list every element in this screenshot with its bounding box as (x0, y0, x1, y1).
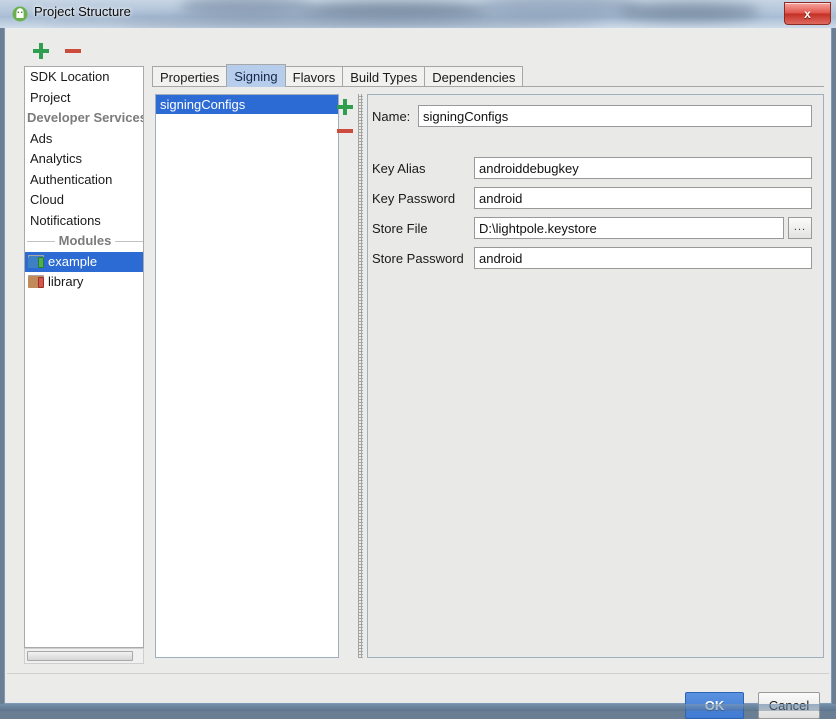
group-divider-right (115, 240, 143, 242)
window-frame: SDK Location Project Developer Services Ads… (4, 28, 832, 719)
android-studio-icon (12, 6, 28, 22)
list-item[interactable]: signingConfigs (156, 95, 338, 114)
project-structure-window: Project Structure x SDK Location Project D… (0, 0, 836, 719)
tab-build-types[interactable]: Build Types (342, 66, 426, 87)
sidebar-group-label: Modules (58, 233, 112, 248)
module-app-icon (28, 254, 44, 269)
tab-signing[interactable]: Signing (226, 64, 286, 87)
sidebar-item-analytics[interactable]: Analytics (25, 149, 143, 170)
signing-config-detail-pane: Name: Key Alias Key Password Store File … (367, 94, 824, 658)
sidebar-horizontal-scrollbar[interactable] (24, 648, 144, 664)
close-icon: x (804, 6, 811, 21)
sidebar-item-authentication[interactable]: Authentication (25, 170, 143, 191)
sidebar-item-label: library (48, 274, 84, 289)
name-label: Name: (372, 109, 411, 124)
tab-dependencies[interactable]: Dependencies (424, 66, 524, 87)
remove-signing-config-button[interactable] (334, 120, 356, 142)
module-library-icon (28, 275, 44, 289)
store-file-browse-button[interactable]: ... (788, 217, 812, 239)
signing-configs-toolbar (334, 96, 356, 146)
sidebar-item-notifications[interactable]: Notifications (25, 211, 143, 232)
sidebar-group-label: Developer Services (27, 110, 144, 125)
splitter-grip (358, 94, 363, 658)
close-button[interactable]: x (784, 2, 831, 25)
store-file-input[interactable] (474, 217, 784, 239)
group-divider-left (27, 240, 55, 242)
sidebar-item-cloud[interactable]: Cloud (25, 190, 143, 211)
field-row-key-alias: Key Alias (368, 157, 823, 181)
tab-flavors[interactable]: Flavors (284, 66, 344, 87)
add-signing-config-button[interactable] (334, 96, 356, 118)
store-password-input[interactable] (474, 247, 812, 269)
aero-glass-blur (120, 19, 600, 28)
aero-glass-blur (620, 3, 760, 21)
key-password-input[interactable] (474, 187, 812, 209)
scrollbar-thumb[interactable] (27, 651, 133, 661)
name-input[interactable] (418, 105, 812, 127)
sidebar-toolbar (24, 40, 144, 64)
aero-glass-blur (480, 0, 640, 20)
field-row-name: Name: (368, 105, 823, 129)
field-row-store-file: Store File ... (368, 217, 823, 241)
store-password-label: Store Password (372, 251, 464, 266)
window-title: Project Structure (34, 4, 131, 19)
field-row-store-password: Store Password (368, 247, 823, 271)
sidebar-item-example[interactable]: example (25, 251, 143, 272)
sidebar-item-library[interactable]: library (25, 272, 143, 293)
pane-splitter[interactable] (356, 94, 365, 658)
key-alias-label: Key Alias (372, 161, 426, 176)
sidebar-item-project[interactable]: Project (25, 88, 143, 109)
window-titlebar[interactable]: Project Structure x (0, 0, 836, 28)
field-row-key-password: Key Password (368, 187, 823, 211)
add-module-button[interactable] (30, 40, 52, 62)
sidebar-item-ads[interactable]: Ads (25, 129, 143, 150)
tab-properties[interactable]: Properties (152, 66, 228, 87)
sidebar-item-sdk-location[interactable]: SDK Location (25, 67, 143, 88)
remove-module-button[interactable] (62, 40, 84, 62)
key-alias-input[interactable] (474, 157, 812, 179)
signing-configs-list[interactable]: signingConfigs (155, 94, 339, 658)
footer-separator (7, 673, 829, 674)
sidebar-item-label: example (48, 253, 98, 269)
window-drop-shadow (0, 704, 836, 711)
store-file-label: Store File (372, 221, 428, 236)
tab-bar[interactable]: Properties Signing Flavors Build Types Depen… (152, 64, 524, 87)
sidebar-list[interactable]: SDK Location Project Developer Services Ads… (24, 66, 144, 648)
dialog-client-area: SDK Location Project Developer Services Ads… (6, 28, 830, 719)
sidebar-group-modules: Modules (25, 231, 143, 252)
key-password-label: Key Password (372, 191, 456, 206)
sidebar-group-developer-services: Developer Services (25, 108, 143, 129)
